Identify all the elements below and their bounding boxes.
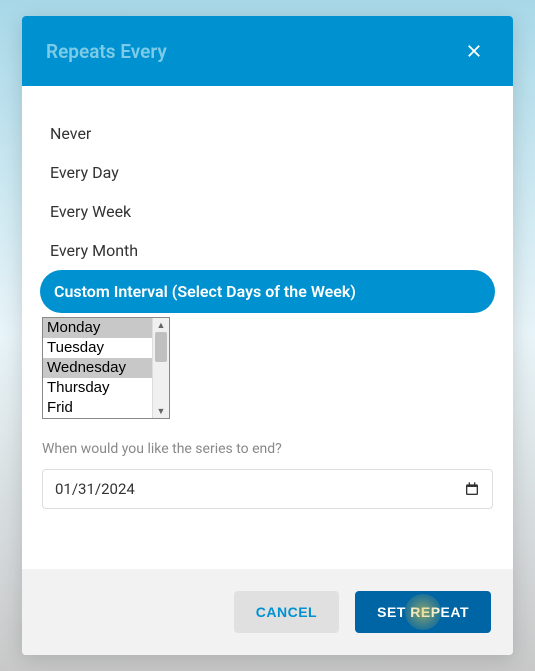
repeat-option-every-week[interactable]: Every Week bbox=[42, 192, 493, 231]
day-item-tuesday[interactable]: Tuesday bbox=[43, 338, 152, 358]
modal-footer: CANCEL SET REPEAT bbox=[22, 569, 513, 655]
date-value: 01/31/2024 bbox=[55, 480, 135, 498]
cancel-button[interactable]: CANCEL bbox=[234, 591, 339, 633]
modal-title: Repeats Every bbox=[46, 40, 167, 63]
day-item-wednesday[interactable]: Wednesday bbox=[43, 358, 152, 378]
scrollbar-up-icon[interactable]: ▲ bbox=[153, 318, 169, 332]
repeat-option-never[interactable]: Never bbox=[42, 114, 493, 153]
close-icon bbox=[465, 42, 483, 60]
repeat-option-every-day[interactable]: Every Day bbox=[42, 153, 493, 192]
day-item-thursday[interactable]: Thursday bbox=[43, 378, 152, 398]
modal-header: Repeats Every bbox=[22, 16, 513, 86]
series-end-label: When would you like the series to end? bbox=[42, 441, 493, 457]
close-button[interactable] bbox=[459, 36, 489, 66]
set-repeat-label: SET REPEAT bbox=[377, 604, 469, 620]
scrollbar-thumb[interactable] bbox=[155, 332, 167, 362]
day-item-monday[interactable]: Monday bbox=[43, 318, 152, 338]
repeat-option-every-month[interactable]: Every Month bbox=[42, 231, 493, 270]
set-repeat-button[interactable]: SET REPEAT bbox=[355, 591, 491, 633]
repeat-option-custom[interactable]: Custom Interval (Select Days of the Week… bbox=[40, 270, 495, 313]
modal-body: Never Every Day Every Week Every Month C… bbox=[22, 86, 513, 569]
repeat-modal: Repeats Every Never Every Day Every Week… bbox=[22, 16, 513, 655]
day-selector: Monday Tuesday Wednesday Thursday Frid ▲… bbox=[42, 317, 170, 419]
date-input[interactable]: 01/31/2024 bbox=[42, 469, 493, 509]
day-list[interactable]: Monday Tuesday Wednesday Thursday Frid bbox=[43, 318, 152, 418]
day-item-friday[interactable]: Frid bbox=[43, 398, 152, 418]
scrollbar-down-icon[interactable]: ▼ bbox=[153, 404, 169, 418]
calendar-icon bbox=[464, 481, 480, 497]
scrollbar[interactable]: ▲ ▼ bbox=[152, 318, 169, 418]
